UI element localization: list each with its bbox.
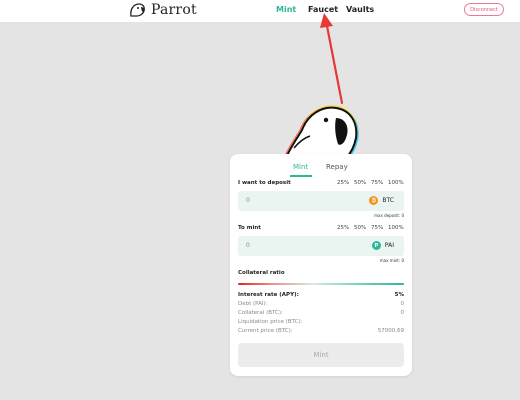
mint-25-percent[interactable]: 25% <box>337 225 349 231</box>
pai-coin-icon: P <box>371 241 381 250</box>
deposit-token-label: BTC <box>382 197 394 204</box>
parrot-mascot-illustration <box>283 105 359 160</box>
btc-coin-icon: ₿ <box>369 196 379 205</box>
deposit-50-percent[interactable]: 50% <box>354 180 366 186</box>
deposit-100-percent[interactable]: 100% <box>388 180 404 186</box>
mint-token-label: PAI <box>384 242 394 249</box>
brand-name: Parrot <box>151 2 197 18</box>
debt-label: Debt (PAI): <box>238 301 268 307</box>
tab-repay[interactable]: Repay <box>326 163 348 171</box>
collateral-label: Collateral (BTC): <box>238 310 283 316</box>
top-navigation-bar: Parrot Mint Faucet Vaults Disconnect <box>0 0 520 22</box>
nav-vaults[interactable]: Vaults <box>346 5 374 14</box>
liquidation-price-label: Liquidation price (BTC): <box>238 319 303 325</box>
nav-faucet[interactable]: Faucet <box>308 5 338 14</box>
deposit-25-percent[interactable]: 25% <box>337 180 349 186</box>
mint-amount-field[interactable]: 0 P PAI <box>238 236 404 256</box>
deposit-label: I want to deposit <box>238 180 291 186</box>
collateral-ratio-bar <box>238 283 404 285</box>
panel-tabs: Mint Repay <box>230 163 412 177</box>
current-price-label: Current price (BTC): <box>238 328 293 334</box>
collateral-ratio-label: Collateral ratio <box>238 270 285 276</box>
brand-logo[interactable]: Parrot <box>128 1 197 19</box>
nav-mint[interactable]: Mint <box>276 5 296 14</box>
mint-amount-input[interactable]: 0 <box>246 242 250 249</box>
mint-token-selector[interactable]: P PAI <box>371 241 394 250</box>
mint-submit-button[interactable]: Mint <box>238 343 404 367</box>
deposit-token-selector[interactable]: ₿ BTC <box>369 196 394 205</box>
disconnect-button[interactable]: Disconnect <box>464 3 504 16</box>
mint-label: To mint <box>238 225 261 231</box>
active-tab-indicator <box>290 175 312 177</box>
current-price-value: 57000.69 <box>377 328 404 334</box>
interest-rate-value: 5% <box>394 292 404 298</box>
max-deposit-label: max deposit: 0 <box>374 213 404 218</box>
max-mint-label: max mint: 0 <box>379 258 404 263</box>
mint-75-percent[interactable]: 75% <box>371 225 383 231</box>
mint-panel: Mint Repay I want to deposit 25% 50% 75%… <box>230 154 412 376</box>
debt-value: 0 <box>400 301 405 307</box>
mint-100-percent[interactable]: 100% <box>388 225 404 231</box>
interest-rate-label: Interest rate (APY): <box>238 292 299 298</box>
collateral-value: 0 <box>400 310 405 316</box>
deposit-amount-field[interactable]: 0 ₿ BTC <box>238 191 404 211</box>
parrot-logo-icon <box>130 3 145 17</box>
deposit-75-percent[interactable]: 75% <box>371 180 383 186</box>
deposit-amount-input[interactable]: 0 <box>246 197 250 204</box>
tab-mint[interactable]: Mint <box>293 163 308 171</box>
mint-50-percent[interactable]: 50% <box>354 225 366 231</box>
